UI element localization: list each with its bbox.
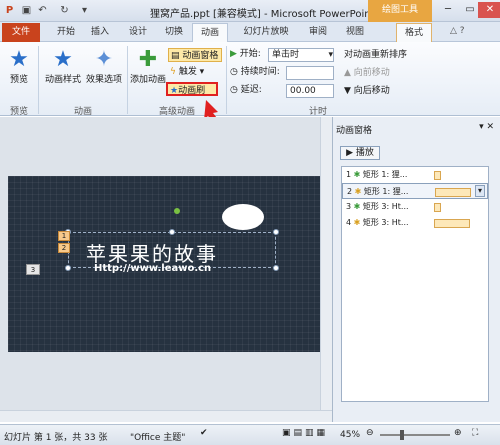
trigger-label: 触发 ▾ xyxy=(178,67,205,77)
animation-pane-button[interactable]: ▤ 动画窗格 xyxy=(168,48,222,62)
group-preview-label: 预览 xyxy=(9,107,28,117)
item-dropdown-icon[interactable]: ▾ xyxy=(475,185,485,197)
tab-home[interactable]: 开始 xyxy=(52,25,80,41)
delay-input[interactable]: 00.00 xyxy=(286,84,334,98)
tab-file[interactable]: 文件 xyxy=(2,23,40,42)
animation-styles-label: 动画样式 xyxy=(44,75,81,85)
anim-badge-3: 3 xyxy=(26,264,40,275)
lightning-icon: ϟ xyxy=(170,67,179,77)
vertical-scrollbar[interactable] xyxy=(320,117,332,422)
timing-bar xyxy=(434,219,470,228)
animation-item[interactable]: 4 ✱ 矩形 3: Ht... xyxy=(342,215,488,231)
duration-label: ◷ 持续时间: xyxy=(230,67,280,77)
animation-pane-label: 动画窗格 xyxy=(182,51,219,61)
timing-bar xyxy=(434,171,441,180)
add-animation-label: 添加动画 xyxy=(130,75,167,85)
powerpoint-logo-icon: P xyxy=(5,5,14,16)
speech-bubble-shape[interactable] xyxy=(222,204,264,230)
zoom-slider[interactable] xyxy=(380,434,450,436)
spellcheck-icon[interactable]: ✔ xyxy=(200,428,208,438)
group-animation-label: 动画 xyxy=(73,107,92,117)
animation-item[interactable]: 1 ✱ 矩形 1: 狸... xyxy=(342,167,488,183)
minimize-button[interactable]: ─ xyxy=(436,2,460,18)
preview-button[interactable]: ★ 预览 xyxy=(4,47,34,86)
painter-star-icon: ★ xyxy=(170,86,179,96)
preview-label: 预览 xyxy=(9,75,28,85)
add-animation-icon: ✚ xyxy=(138,47,158,72)
animation-star-icon: ★ xyxy=(53,47,73,72)
customize-quick-access-icon[interactable]: ▾ xyxy=(78,4,91,17)
slide-url-text: Http://www.leawo.cn xyxy=(94,263,212,274)
animation-item[interactable]: 3 ✱ 矩形 3: Ht... xyxy=(342,199,488,215)
tab-view[interactable]: 视图 xyxy=(340,25,370,41)
play-button[interactable]: ▶ 播放 xyxy=(340,146,380,160)
tab-design[interactable]: 设计 xyxy=(124,25,152,41)
timing-bar xyxy=(434,203,441,212)
close-button[interactable]: ✕ xyxy=(478,2,500,18)
ribbon-divider xyxy=(38,46,39,114)
help-icon[interactable]: △ ? xyxy=(450,26,465,36)
effect-options-button[interactable]: ✦ 效果选项 xyxy=(84,47,124,86)
move-later-button[interactable]: ▼ 向后移动 xyxy=(344,84,390,98)
animation-list: 1 ✱ 矩形 1: 狸... 2 ✱ 矩形 1: 狸... ▾ 3 ✱ 矩形 3:… xyxy=(341,166,489,402)
effect-options-icon: ✦ xyxy=(94,47,114,72)
fit-window-icon[interactable]: ⛶ xyxy=(472,428,478,438)
zoom-level[interactable]: 45% xyxy=(340,430,360,440)
animation-pane-header: 动画窗格 ▾ ✕ xyxy=(332,120,500,136)
animation-painter-label: 动画刷 xyxy=(178,86,206,96)
zoom-in-icon[interactable]: ⊕ xyxy=(454,428,462,438)
anim-badge-2: 2 xyxy=(58,243,70,253)
tab-format[interactable]: 格式 xyxy=(396,23,432,43)
reorder-label: 对动画重新排序 xyxy=(344,50,408,60)
effect-options-label: 效果选项 xyxy=(85,75,122,85)
slide-counter: 幻灯片 第 1 张，共 33 张 xyxy=(4,433,108,443)
undo-icon[interactable]: ↶ xyxy=(36,4,49,17)
start-select[interactable]: 单击时 ▾ xyxy=(268,48,334,62)
tab-slideshow[interactable]: 幻灯片放映 xyxy=(235,25,297,41)
animation-pane-icon: ▤ xyxy=(171,51,183,61)
zoom-slider-thumb[interactable] xyxy=(400,430,404,440)
tab-review[interactable]: 审阅 xyxy=(303,25,333,41)
animation-painter-button[interactable]: ★动画刷 xyxy=(166,82,218,96)
tab-animations[interactable]: 动画 xyxy=(192,23,228,43)
drawing-tools-tab: 绘图工具 xyxy=(368,0,432,22)
animation-item-selected[interactable]: 2 ✱ 矩形 1: 狸... ▾ xyxy=(342,183,488,199)
delay-label: ◷ 延迟: xyxy=(230,85,262,95)
move-earlier-button[interactable]: ▲ 向前移动 xyxy=(344,66,390,80)
anim-badge-1: 1 xyxy=(58,231,70,241)
save-icon[interactable]: ▣ xyxy=(20,4,33,17)
view-buttons-icon[interactable]: ▣▤▥▦ xyxy=(282,428,328,438)
theme-name: "Office 主题" xyxy=(130,433,186,443)
play-icon: ▶ xyxy=(346,148,356,158)
preview-star-icon: ★ xyxy=(9,47,29,72)
status-bar: 幻灯片 第 1 张，共 33 张 "Office 主题" ✔ ▣▤▥▦ 45% … xyxy=(0,424,500,445)
animation-styles-button[interactable]: ★ 动画样式 xyxy=(42,47,84,86)
animation-pane-title: 动画窗格 xyxy=(336,126,373,136)
tab-transitions[interactable]: 切换 xyxy=(160,25,188,41)
start-label: ▶ 开始: xyxy=(230,49,261,59)
timing-bar xyxy=(435,188,471,197)
ribbon-divider xyxy=(127,46,128,114)
window-title: 狸窝产品.ppt [兼容模式] - Microsoft PowerPoint xyxy=(150,9,375,20)
horizontal-scrollbar[interactable] xyxy=(0,410,332,422)
redo-icon[interactable]: ↻ xyxy=(58,4,71,17)
zoom-out-icon[interactable]: ⊖ xyxy=(366,428,374,438)
pane-close-icon[interactable]: ▾ ✕ xyxy=(479,122,494,132)
rotation-handle[interactable] xyxy=(174,208,180,214)
tab-insert[interactable]: 插入 xyxy=(86,25,114,41)
duration-input[interactable] xyxy=(286,66,334,80)
add-animation-button[interactable]: ✚ 添加动画 xyxy=(130,47,167,86)
trigger-button[interactable]: ϟ 触发 ▾ xyxy=(168,65,222,79)
slide-canvas[interactable]: 苹果果的故事 Http://www.leawo.cn 1 2 3 xyxy=(8,176,322,352)
group-timing-label: 计时 xyxy=(308,107,327,117)
